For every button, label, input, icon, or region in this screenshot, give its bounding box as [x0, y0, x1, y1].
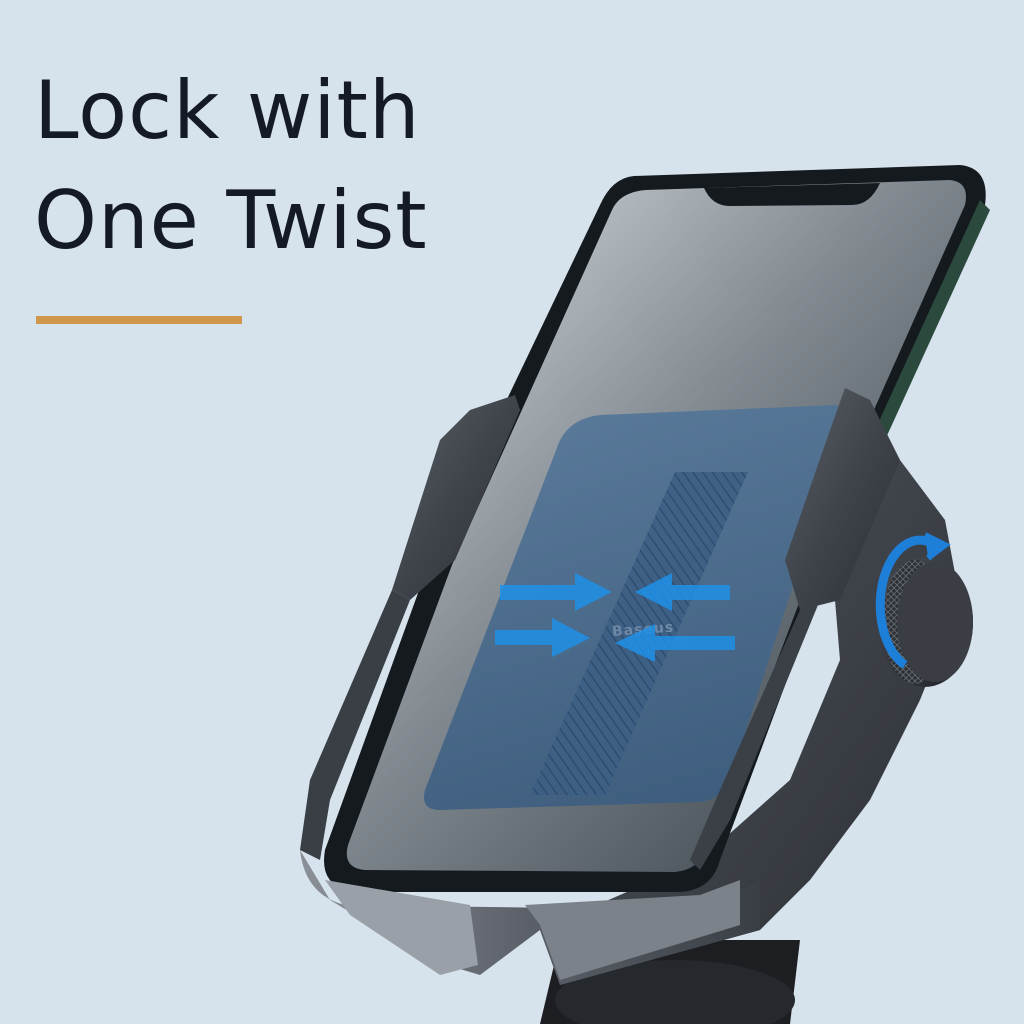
- phone-holder-product: Baseus: [300, 165, 990, 1024]
- twist-knob: [877, 557, 973, 687]
